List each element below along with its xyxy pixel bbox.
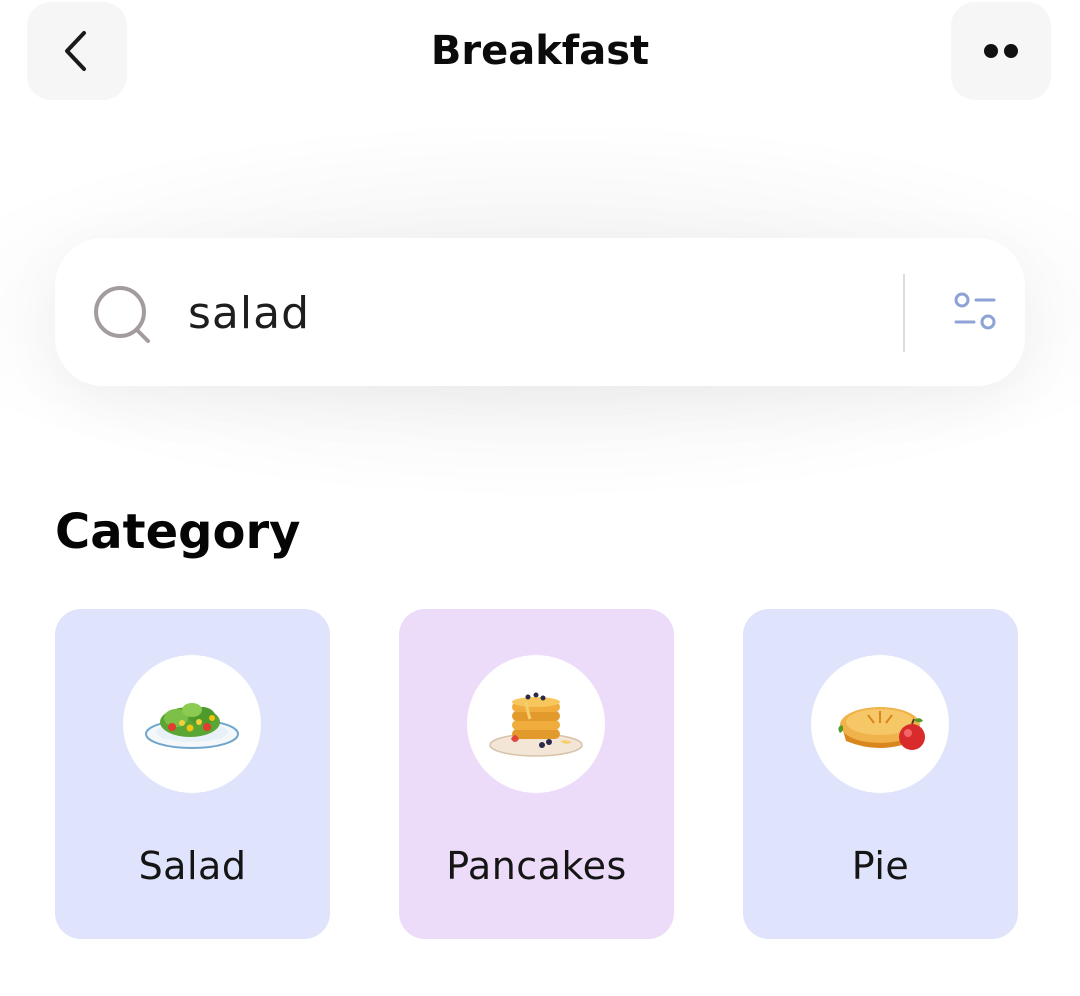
category-label: Pie — [851, 844, 910, 888]
category-title: Category — [55, 504, 301, 560]
search-divider — [903, 274, 905, 352]
page-title: Breakfast — [430, 28, 650, 74]
search-input[interactable] — [188, 278, 868, 348]
category-icon-circle — [811, 655, 949, 793]
more-dots-icon — [984, 44, 1018, 58]
salad-plate-icon — [145, 703, 239, 749]
pancakes-icon — [489, 692, 583, 757]
breakfast-screen: Breakfast Category — [0, 0, 1080, 996]
category-label: Pancakes — [446, 844, 627, 888]
search-icon — [94, 286, 150, 343]
category-icon-circle — [467, 655, 605, 793]
category-card-pie[interactable]: Pie — [743, 609, 1018, 939]
pie-icon — [838, 707, 925, 750]
more-options-button[interactable] — [951, 2, 1051, 100]
category-icon-circle — [123, 655, 261, 793]
category-card-salad[interactable]: Salad — [55, 609, 330, 939]
category-card-pancakes[interactable]: Pancakes — [399, 609, 674, 939]
category-label: Salad — [138, 844, 247, 888]
filter-sliders-icon[interactable] — [952, 292, 998, 332]
